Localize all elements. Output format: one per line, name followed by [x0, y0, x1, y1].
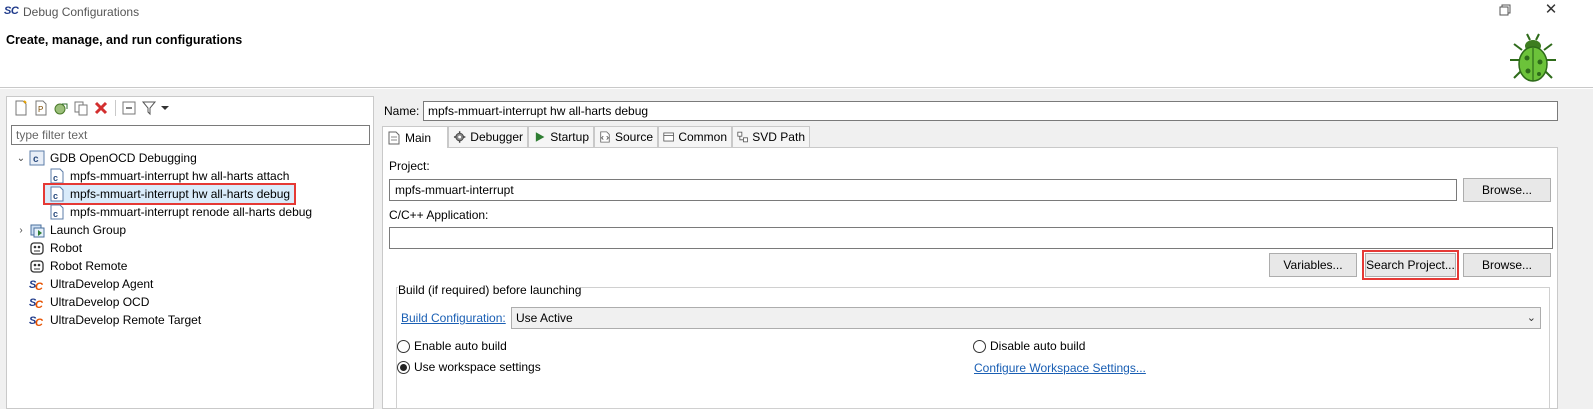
svg-text:c: c [33, 154, 39, 165]
collapse-all-icon[interactable] [121, 100, 137, 116]
browse-application-button[interactable]: Browse... [1463, 253, 1551, 277]
sc-icon: SC [29, 315, 44, 328]
chevron-down-icon[interactable] [157, 100, 173, 116]
tree-item-label: mpfs-mmuart-interrupt hw all-harts attac… [70, 169, 290, 183]
svg-text:C: C [35, 281, 44, 292]
dialog-header: Create, manage, and run configurations [0, 24, 1593, 88]
tree-item-label: UltraDevelop OCD [50, 295, 150, 309]
tree-item-renode-debug[interactable]: c mpfs-mmuart-interrupt renode all-harts… [49, 203, 312, 221]
c-config-icon: c [29, 150, 45, 166]
tab-source[interactable]: Source [594, 126, 658, 147]
tree-item-ultradevelop-agent[interactable]: SC UltraDevelop Agent [27, 275, 153, 293]
disable-auto-build-radio[interactable]: Disable auto build [973, 339, 1085, 353]
name-label: Name: [384, 104, 420, 118]
tree-item-label: mpfs-mmuart-interrupt hw all-harts debug [70, 187, 291, 201]
export-icon[interactable] [53, 100, 69, 116]
tree-item-robot[interactable]: Robot [27, 239, 82, 257]
svg-text:c: c [53, 209, 58, 219]
tab-main[interactable]: Main [382, 126, 448, 148]
chevron-down-icon[interactable]: ⌄ [15, 153, 27, 164]
common-tab-icon [663, 132, 674, 142]
build-configuration-link[interactable]: Build Configuration: [401, 311, 506, 325]
svg-text:C: C [35, 317, 44, 328]
variables-button[interactable]: Variables... [1269, 253, 1357, 277]
tree-item-launch-group[interactable]: › Launch Group [15, 221, 126, 239]
filter-icon[interactable] [141, 100, 157, 116]
tab-debugger[interactable]: Debugger [448, 126, 528, 147]
sc-icon: SC [29, 279, 44, 292]
svd-tab-icon [737, 131, 748, 143]
tree-item-hw-attach[interactable]: c mpfs-mmuart-interrupt hw all-harts att… [49, 167, 289, 185]
play-icon [535, 132, 545, 142]
build-configuration-select[interactable]: Use Active ⌄ [511, 307, 1541, 329]
tree-item-label: UltraDevelop Agent [50, 277, 154, 291]
tree-item-ultradevelop-ocd[interactable]: SC UltraDevelop OCD [27, 293, 149, 311]
tree-item-label: mpfs-mmuart-interrupt renode all-harts d… [70, 205, 313, 219]
delete-icon[interactable] [93, 100, 109, 116]
configuration-tree-pane: P ⌄ c GDB OpenOCD Debugging c mpfs-mmuar… [6, 96, 374, 409]
app-icon: SC [4, 5, 19, 17]
window-title: Debug Configurations [23, 5, 140, 19]
duplicate-icon[interactable] [73, 100, 89, 116]
tree-item-label: UltraDevelop Remote Target [50, 313, 202, 327]
tree-item-hw-debug[interactable]: c mpfs-mmuart-interrupt hw all-harts deb… [42, 183, 297, 205]
name-input[interactable] [423, 101, 1558, 121]
tree-item-label: Robot [50, 241, 83, 255]
project-label: Project: [389, 159, 430, 173]
enable-auto-build-radio[interactable]: Enable auto build [397, 339, 507, 353]
build-group-title: Build (if required) before launching [398, 283, 582, 297]
tab-common[interactable]: Common [658, 126, 732, 147]
debug-bug-icon [1510, 33, 1556, 82]
c-file-icon: c [50, 168, 64, 184]
source-tab-icon [600, 131, 610, 143]
c-file-icon: c [50, 204, 64, 220]
title-bar: SC Debug Configurations ✕ [0, 0, 1593, 24]
configure-workspace-settings-link[interactable]: Configure Workspace Settings... [974, 361, 1146, 375]
sc-icon: SC [29, 297, 44, 310]
robot-icon [30, 242, 44, 255]
c-file-icon: c [50, 186, 64, 202]
svg-text:P: P [38, 105, 43, 114]
browse-project-button[interactable]: Browse... [1463, 178, 1551, 202]
new-configuration-icon[interactable] [13, 100, 29, 116]
robot-remote-icon [30, 260, 44, 273]
tree-item-label: Robot Remote [50, 259, 128, 273]
chevron-down-icon: ⌄ [1526, 312, 1536, 324]
tab-svd-path[interactable]: SVD Path [732, 126, 810, 147]
launch-group-icon [30, 224, 45, 238]
tree-item-ultradevelop-remote[interactable]: SC UltraDevelop Remote Target [27, 311, 201, 329]
tree-item-gdb-openocd[interactable]: ⌄ c GDB OpenOCD Debugging [15, 149, 197, 167]
main-tab-icon [388, 131, 400, 144]
application-input[interactable] [389, 227, 1553, 249]
svg-text:c: c [53, 173, 58, 183]
restore-icon[interactable] [1497, 2, 1513, 18]
use-workspace-settings-radio[interactable]: Use workspace settings [397, 360, 541, 374]
chevron-right-icon[interactable]: › [15, 225, 27, 236]
svg-text:C: C [35, 299, 44, 310]
tab-startup[interactable]: Startup [528, 126, 594, 147]
tree-toolbar: P [7, 97, 373, 119]
svg-text:c: c [53, 191, 58, 201]
dialog-heading: Create, manage, and run configurations [6, 33, 243, 47]
search-project-button[interactable]: Search Project... [1362, 250, 1459, 280]
new-prototype-icon[interactable]: P [33, 100, 49, 116]
tree-item-label: GDB OpenOCD Debugging [50, 151, 197, 165]
close-icon[interactable]: ✕ [1543, 2, 1559, 18]
tree-item-robot-remote[interactable]: Robot Remote [27, 257, 127, 275]
debugger-tab-icon [453, 131, 466, 143]
tree-item-label: Launch Group [50, 223, 127, 237]
filter-input[interactable] [11, 125, 370, 145]
project-input[interactable] [389, 179, 1457, 201]
app-label: C/C++ Application: [389, 208, 489, 222]
